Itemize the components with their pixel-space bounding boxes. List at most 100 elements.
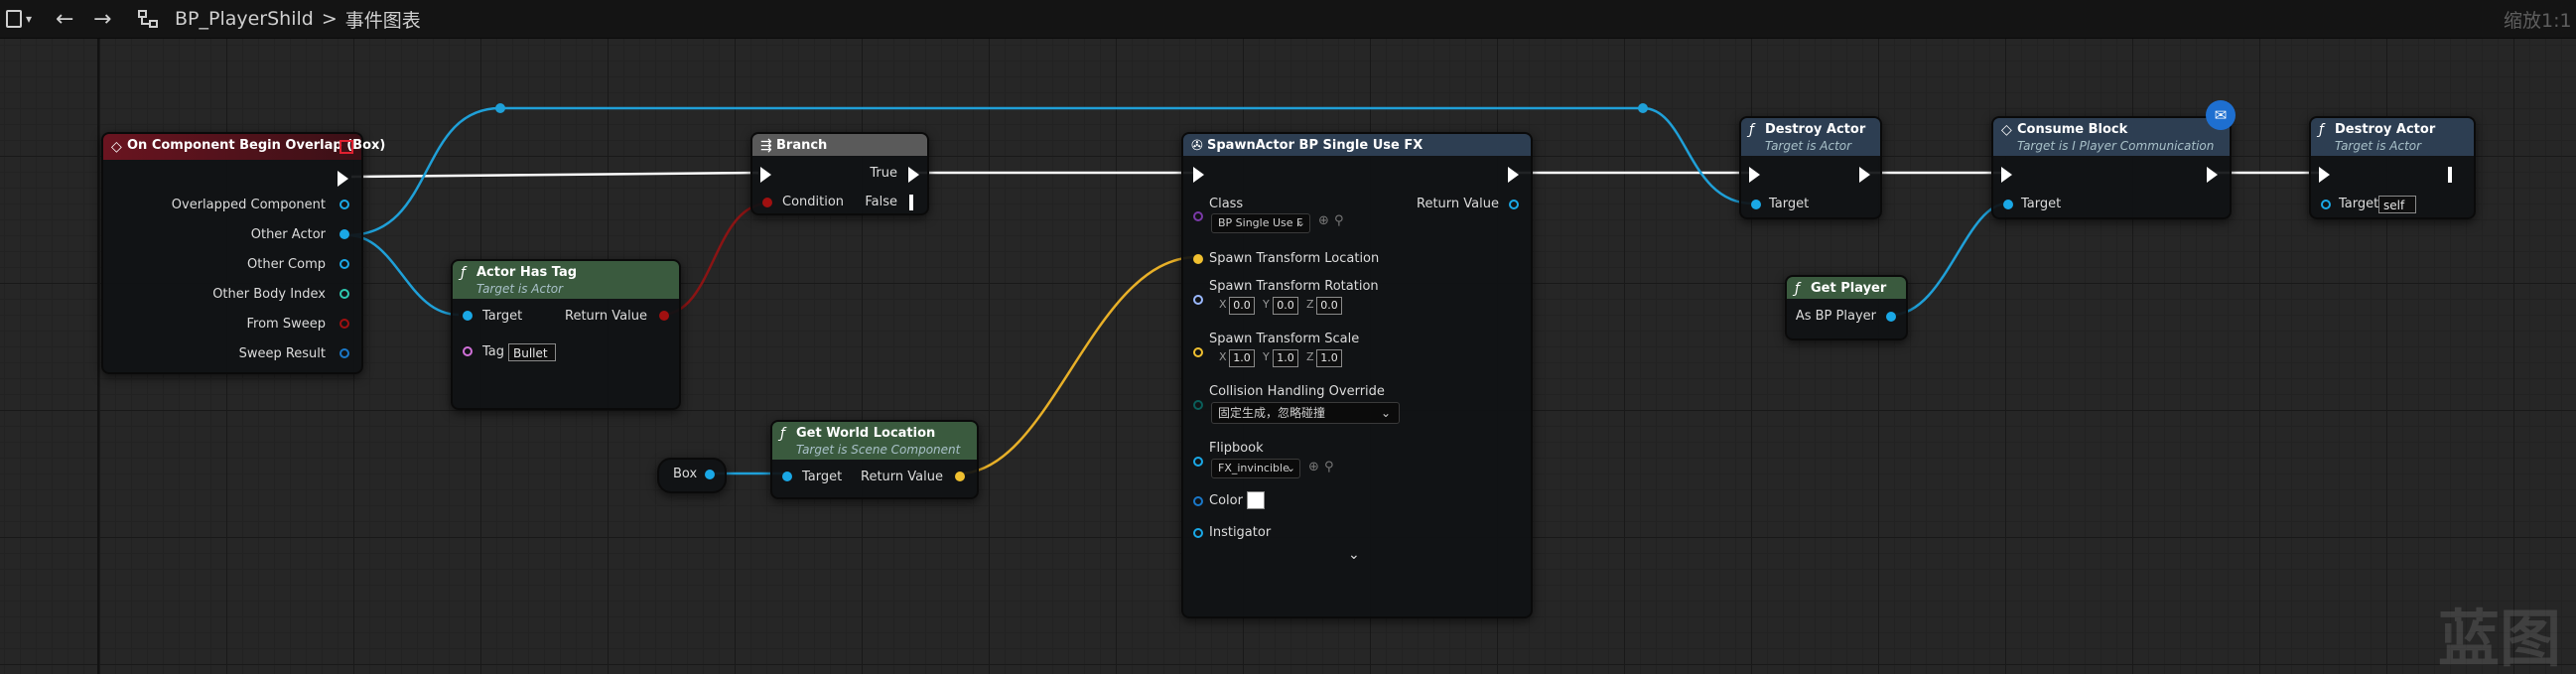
node-header: ✇ SpawnActor BP Single Use FX — [1183, 134, 1531, 156]
expand-advanced-chevron-icon[interactable]: ⌄ — [1348, 547, 1360, 563]
chevron-down-icon: ⌄ — [1295, 216, 1305, 229]
node-subtitle: Target is Actor — [476, 282, 564, 296]
exec-out-pin[interactable] — [2207, 167, 2218, 183]
pin-sweep-result[interactable] — [339, 348, 349, 358]
breadcrumb-graph[interactable]: 事件图表 — [345, 6, 421, 33]
function-node-actor-has-tag[interactable]: ƒ Actor Has Tag Target is Actor Target R… — [451, 259, 681, 410]
pin-other-body-index[interactable] — [339, 289, 349, 299]
pin-target[interactable] — [2003, 200, 2013, 209]
flipbook-select-value: FX_invincible — [1218, 462, 1289, 474]
chevron-down-icon: ▾ — [26, 12, 33, 26]
blueprint-menu-icon[interactable]: ▾ — [6, 0, 32, 38]
tag-value-input[interactable]: Bullet — [508, 343, 556, 361]
pin-label-instigator: Instigator — [1209, 525, 1272, 540]
scale-z-input[interactable]: 1.0 — [1316, 349, 1342, 367]
exec-in-pin[interactable] — [1193, 167, 1204, 183]
axis-y-label: Y — [1263, 298, 1270, 311]
function-icon: ƒ — [1795, 281, 1800, 297]
exec-out-pin[interactable] — [1508, 167, 1519, 183]
pin-class[interactable] — [1193, 211, 1203, 221]
node-header: ◇ Consume Block Target is I Player Commu… — [1993, 118, 2230, 156]
pin-instigator[interactable] — [1193, 528, 1203, 538]
blueprint-watermark: 蓝图 — [2438, 603, 2562, 674]
node-subtitle: Target is I Player Communication — [2017, 139, 2215, 153]
message-diamond-icon: ◇ — [2001, 122, 2012, 138]
pin-label-target: Target — [2339, 197, 2379, 211]
scale-y-input[interactable]: 1.0 — [1273, 349, 1298, 367]
branch-node[interactable]: ⇶ Branch True Condition False — [750, 132, 929, 215]
class-select[interactable]: BP Single Use F ⌄ — [1211, 213, 1310, 233]
pin-overlapped-component[interactable] — [339, 200, 349, 209]
collision-handling-select[interactable]: 固定生成，忽略碰撞 ⌄ — [1211, 402, 1400, 424]
pin-return-value[interactable] — [659, 311, 669, 321]
pin-label-false: False — [865, 195, 897, 209]
pin-return-value[interactable] — [1509, 200, 1519, 209]
function-node-get-player[interactable]: ƒ Get Player As BP Player — [1785, 275, 1908, 340]
function-node-spawn-actor[interactable]: ✇ SpawnActor BP Single Use FX Class BP S… — [1181, 132, 1533, 618]
pin-box-out[interactable] — [705, 470, 715, 479]
pin-spawn-scale[interactable] — [1193, 347, 1203, 357]
axis-z-label: Z — [1306, 350, 1314, 363]
exec-in-pin[interactable] — [2319, 167, 2330, 183]
pin-label-from-sweep: From Sweep — [246, 317, 326, 332]
pin-label-return-value: Return Value — [1417, 197, 1499, 211]
wire-reroute-knot — [495, 103, 505, 113]
exec-out-true-pin[interactable] — [908, 167, 919, 183]
pin-target[interactable] — [1751, 200, 1761, 209]
browse-icon[interactable]: ⚲ — [1334, 213, 1344, 228]
pin-label-return-value: Return Value — [565, 309, 647, 324]
pin-spawn-location[interactable] — [1193, 254, 1203, 264]
graph-tree-icon — [137, 0, 159, 38]
function-node-destroy-actor[interactable]: ƒ Destroy Actor Target is Actor Target — [1739, 116, 1882, 219]
pin-from-sweep[interactable] — [339, 319, 349, 329]
axis-z-label: Z — [1306, 298, 1314, 311]
exec-in-pin[interactable] — [760, 167, 771, 183]
branch-icon: ⇶ — [760, 138, 772, 154]
pin-return-value[interactable] — [955, 472, 965, 481]
pin-flipbook[interactable] — [1193, 457, 1203, 467]
function-node-get-world-location[interactable]: ƒ Get World Location Target is Scene Com… — [770, 420, 979, 499]
chevron-down-icon: ⌄ — [1380, 406, 1391, 420]
pin-label-class: Class — [1209, 197, 1244, 211]
pin-condition[interactable] — [762, 198, 772, 207]
browse-icon[interactable]: ⚲ — [1324, 460, 1334, 474]
exec-out-pin[interactable] — [2448, 167, 2452, 183]
pin-target[interactable] — [463, 311, 473, 321]
function-node-destroy-actor-self[interactable]: ƒ Destroy Actor Target is Actor Target s… — [2309, 116, 2476, 219]
pin-tag[interactable] — [463, 346, 473, 356]
rotation-y-input[interactable]: 0.0 — [1273, 297, 1298, 315]
exec-in-pin[interactable] — [1749, 167, 1760, 183]
flipbook-select[interactable]: FX_invincible ⌄ — [1211, 459, 1300, 478]
rotation-x-input[interactable]: 0.0 — [1229, 297, 1255, 315]
use-selected-icon[interactable]: ⊕ — [1318, 213, 1329, 228]
use-selected-icon[interactable]: ⊕ — [1308, 460, 1319, 474]
pin-target[interactable] — [2321, 200, 2331, 209]
pin-spawn-rotation[interactable] — [1193, 295, 1203, 305]
back-arrow-icon[interactable]: ← — [56, 0, 73, 38]
exec-in-pin[interactable] — [2001, 167, 2012, 183]
rotation-z-input[interactable]: 0.0 — [1316, 297, 1342, 315]
pin-target[interactable] — [782, 472, 792, 481]
object-wire-otheractor-hastag — [346, 233, 460, 317]
pin-as-bp-player[interactable] — [1886, 312, 1896, 322]
breadcrumb-asset[interactable]: BP_PlayerShild — [175, 8, 314, 30]
pin-color[interactable] — [1193, 496, 1203, 506]
message-node-consume-block[interactable]: ◇ Consume Block Target is I Player Commu… — [1991, 100, 2236, 219]
variable-node-box[interactable]: Box — [657, 458, 727, 493]
event-node-on-component-begin-overlap[interactable]: ◇ On Component Begin Overlap (Box) Overl… — [101, 132, 385, 374]
event-graph-canvas[interactable]: ◇ On Component Begin Overlap (Box) Overl… — [0, 39, 2576, 674]
delegate-pin-icon[interactable] — [339, 140, 353, 154]
exec-out-false-pin[interactable] — [909, 195, 913, 210]
forward-arrow-icon[interactable]: → — [93, 0, 111, 38]
target-self-input[interactable]: self — [2378, 196, 2416, 213]
exec-out-pin[interactable] — [338, 171, 348, 187]
variable-label: Box — [673, 467, 698, 481]
scale-x-input[interactable]: 1.0 — [1229, 349, 1255, 367]
pin-other-comp[interactable] — [339, 259, 349, 269]
pin-label-condition: Condition — [782, 195, 845, 209]
exec-out-pin[interactable] — [1859, 167, 1870, 183]
pin-collision-handling[interactable] — [1193, 400, 1203, 410]
pin-label-sweep-result: Sweep Result — [238, 346, 326, 361]
pin-other-actor[interactable] — [339, 229, 349, 239]
color-swatch[interactable] — [1247, 491, 1265, 509]
